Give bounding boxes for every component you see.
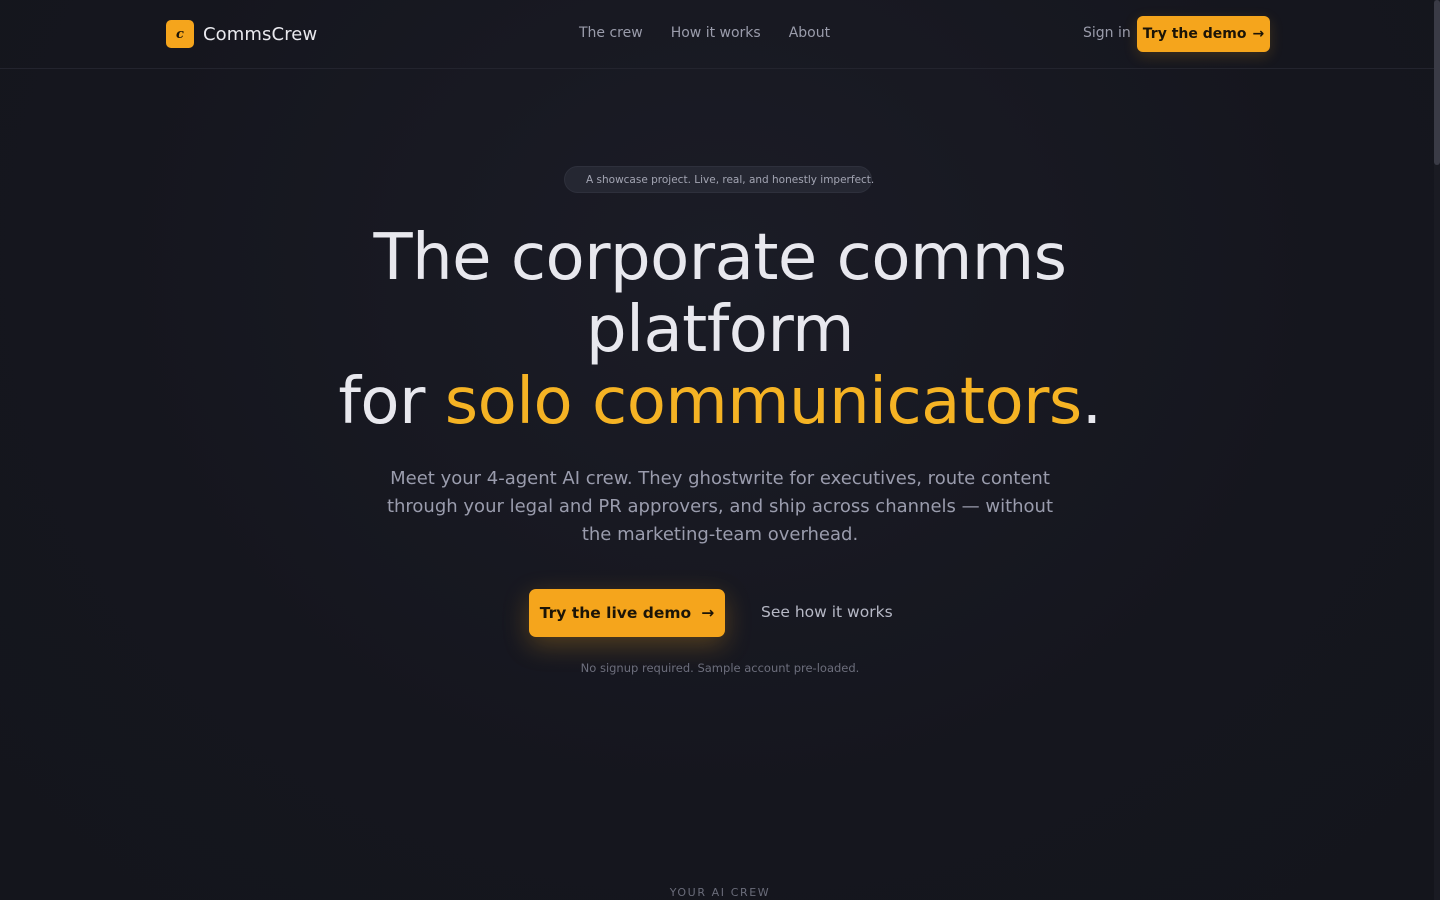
hero-headline: The corporate comms platform for solo co… <box>0 222 1440 438</box>
scrollbar-thumb[interactable] <box>1434 0 1440 165</box>
nav-link-the-crew[interactable]: The crew <box>579 25 643 41</box>
try-live-demo-label: Try the live demo <box>539 604 692 622</box>
arrow-right-icon: → <box>701 604 715 622</box>
top-navigation-bar: c CommsCrew The crew How it works About … <box>0 0 1434 69</box>
try-demo-label: Try the demo <box>1142 26 1247 42</box>
signup-note: No signup required. Sample account pre-l… <box>580 661 860 675</box>
brand-name: CommsCrew <box>203 23 318 45</box>
scrollbar[interactable] <box>1434 0 1440 900</box>
main-nav: The crew How it works About <box>579 25 830 41</box>
see-how-it-works-link[interactable]: See how it works <box>761 603 893 621</box>
showcase-badge: A showcase project. Live, real, and hone… <box>564 166 875 193</box>
try-demo-button[interactable]: Try the demo → <box>1137 16 1270 52</box>
try-live-demo-button[interactable]: Try the live demo → <box>529 589 725 637</box>
headline-line-3-suffix: . <box>1081 365 1102 439</box>
headline-line-3-prefix: for <box>338 365 445 439</box>
hero-subheadline: Meet your 4-agent AI crew. They ghostwri… <box>386 468 1054 545</box>
sign-in-link[interactable]: Sign in <box>1083 25 1131 41</box>
nav-link-how-it-works[interactable]: How it works <box>671 25 761 41</box>
brand-mark-icon: c <box>166 20 194 48</box>
headline-accent: solo communicators <box>444 365 1083 439</box>
brand-logo[interactable]: c CommsCrew <box>166 20 317 48</box>
landing-page: c CommsCrew The crew How it works About … <box>0 0 1440 900</box>
section-label-ai-crew: YOUR AI CREW <box>669 886 771 899</box>
headline-line-2: platform <box>586 293 854 367</box>
headline-line-1: The corporate comms <box>373 221 1067 295</box>
showcase-badge-text: A showcase project. Live, real, and hone… <box>586 173 875 186</box>
arrow-right-icon: → <box>1252 26 1265 42</box>
nav-link-about[interactable]: About <box>789 25 830 41</box>
